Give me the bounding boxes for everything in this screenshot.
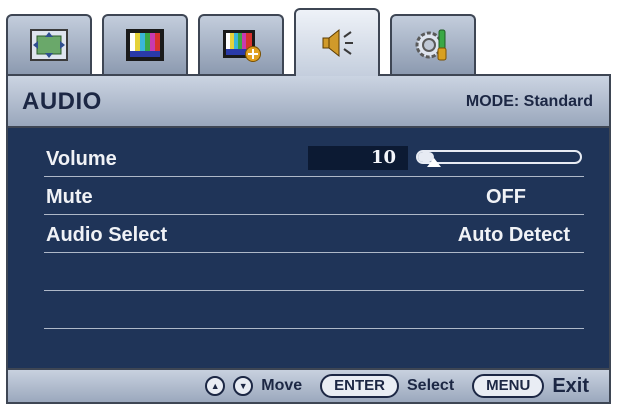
volume-value: 10: [308, 146, 408, 170]
menu-item-audio-select[interactable]: Audio Select Auto Detect: [44, 216, 584, 253]
mute-label: Mute: [46, 186, 93, 208]
move-hint: Move: [261, 377, 303, 394]
divider: [44, 328, 584, 329]
picture-icon: [126, 29, 164, 61]
divider: [44, 290, 584, 291]
tab-display[interactable]: [6, 14, 92, 74]
menu-item-volume[interactable]: Volume 10: [44, 140, 584, 177]
tab-picture-advanced[interactable]: [198, 14, 284, 74]
select-hint: Select: [407, 377, 455, 394]
tab-audio[interactable]: [294, 8, 380, 76]
exit-hint: Exit: [552, 374, 589, 397]
audio-select-label: Audio Select: [46, 224, 168, 246]
system-settings-icon: [415, 29, 447, 61]
menu-item-mute[interactable]: Mute OFF: [44, 178, 584, 215]
display-settings-icon: [30, 29, 68, 61]
tab-system[interactable]: [390, 14, 476, 74]
down-arrow-icon[interactable]: ▼: [233, 376, 254, 396]
control-hints-bar: ▲ ▼ Move ENTER Select MENU Exit: [6, 368, 611, 404]
speaker-icon: [322, 28, 353, 58]
menu-header: AUDIO MODE: Standard: [6, 74, 611, 128]
mode-indicator: MODE: Standard: [465, 93, 593, 110]
up-arrow-icon[interactable]: ▲: [205, 376, 226, 396]
menu-button[interactable]: MENU: [472, 374, 545, 398]
picture-advanced-icon: [223, 30, 261, 62]
page-title: AUDIO: [22, 88, 102, 115]
audio-menu-panel: Volume 10 Mute OFF Audio Select Auto Det…: [6, 128, 611, 368]
volume-slider-knob[interactable]: [427, 158, 442, 167]
volume-label: Volume: [46, 148, 117, 170]
tab-picture[interactable]: [102, 14, 188, 74]
audio-select-value: Auto Detect: [457, 224, 570, 246]
enter-button[interactable]: ENTER: [320, 374, 399, 398]
mute-value: OFF: [486, 186, 526, 208]
volume-slider[interactable]: [416, 150, 582, 167]
osd-window: AUDIO MODE: Standard Volume 10 Mute OFF …: [0, 0, 617, 412]
